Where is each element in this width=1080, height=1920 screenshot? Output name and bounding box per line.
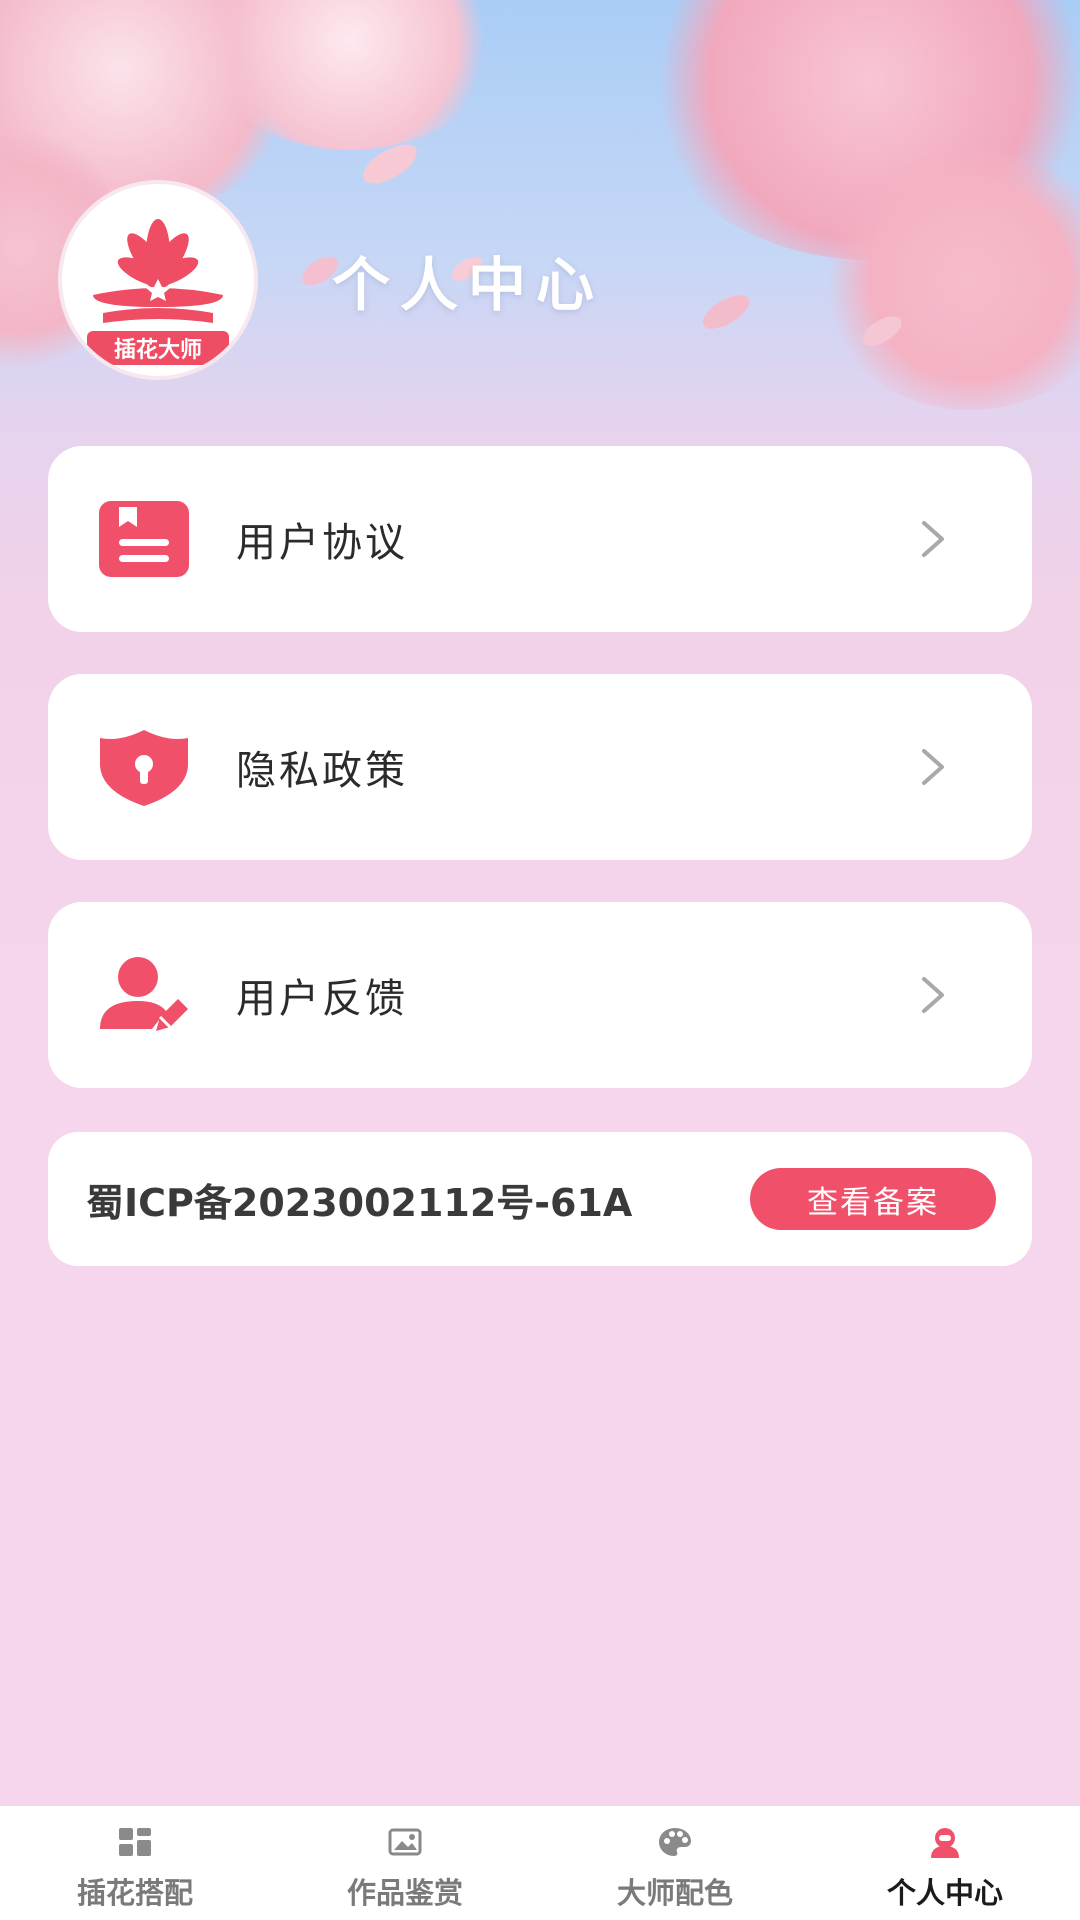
menu-item-label: 用户协议	[236, 520, 408, 566]
tab-label: 插花搭配	[76, 1876, 193, 1910]
shield-lock-icon	[98, 721, 190, 813]
avatar[interactable]: 插花大师	[58, 180, 258, 380]
avatar-logo-text: 插花大师	[114, 337, 202, 363]
tab-master-colors[interactable]: 大师配色	[540, 1806, 810, 1920]
bottom-tab-bar: 插花搭配 作品鉴赏 大师配色 个人中心	[0, 1806, 1080, 1920]
menu-item-privacy-policy[interactable]: 隐私政策	[48, 674, 1032, 860]
lotus-logo-icon: 插花大师	[87, 219, 229, 365]
menu-item-label: 隐私政策	[236, 748, 408, 794]
profile-screen: 插花大师 个人中心 用户协议 隐私政策 用户反馈 蜀ICP备2023002112…	[0, 0, 1080, 1920]
page-title: 个人中心	[332, 251, 605, 319]
dashboard-icon	[119, 1828, 151, 1856]
icp-record-text: 蜀ICP备2023002112号-61A	[86, 1180, 633, 1225]
tab-label: 作品鉴赏	[346, 1876, 463, 1910]
image-icon	[388, 1828, 422, 1856]
chevron-right-icon	[922, 977, 944, 1013]
menu-item-user-feedback[interactable]: 用户反馈	[48, 902, 1032, 1088]
tab-flower-arrangement[interactable]: 插花搭配	[0, 1806, 270, 1920]
palette-icon	[659, 1828, 691, 1856]
profile-header: 插花大师 个人中心	[58, 180, 604, 380]
menu-item-label: 用户反馈	[236, 976, 408, 1022]
tab-works-gallery[interactable]: 作品鉴赏	[270, 1806, 540, 1920]
view-record-button[interactable]: 查看备案	[750, 1168, 996, 1230]
tab-label: 大师配色	[616, 1876, 733, 1910]
person-icon	[931, 1828, 959, 1858]
icp-record-card: 蜀ICP备2023002112号-61A 查看备案	[48, 1132, 1032, 1266]
document-icon	[98, 493, 190, 585]
chevron-right-icon	[922, 749, 944, 785]
tab-label: 个人中心	[886, 1876, 1003, 1910]
tab-personal-center[interactable]: 个人中心	[810, 1806, 1080, 1920]
menu-item-user-agreement[interactable]: 用户协议	[48, 446, 1032, 632]
user-edit-icon	[98, 949, 190, 1041]
chevron-right-icon	[922, 521, 944, 557]
